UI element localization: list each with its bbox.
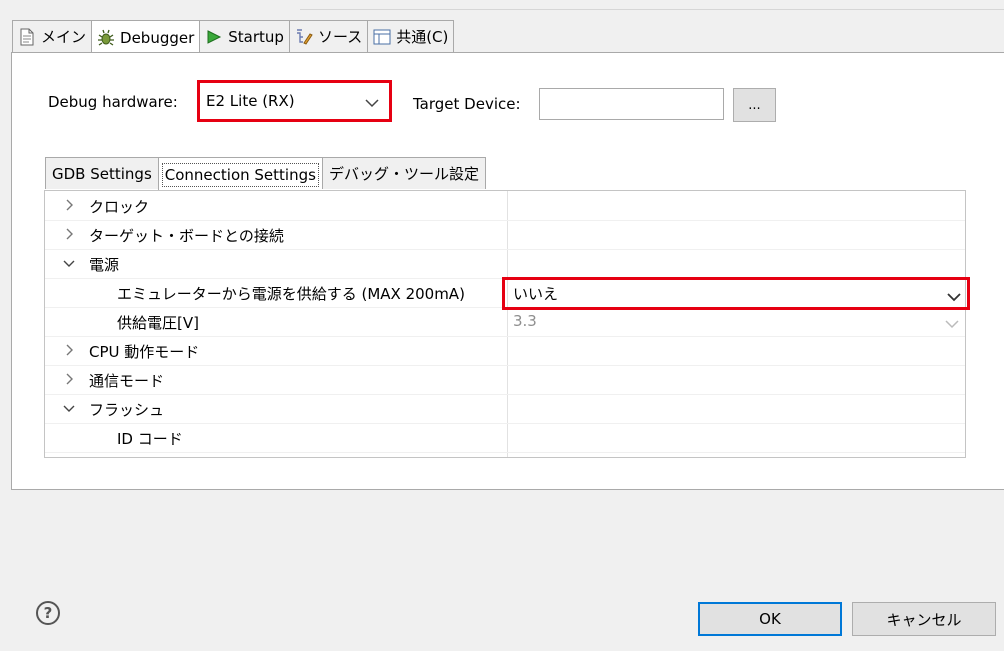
tab-gdb-settings[interactable]: GDB Settings [45, 157, 158, 189]
debug-hardware-label: Debug hardware: [48, 93, 178, 111]
tree-row-id-code[interactable]: ID コード [45, 423, 965, 453]
supply-voltage-select[interactable]: 3.3 [513, 312, 537, 330]
tab-startup[interactable]: Startup [199, 20, 289, 52]
table-icon [373, 28, 391, 46]
separator-line [300, 9, 1004, 10]
chevron-right-icon[interactable] [62, 343, 76, 357]
tree-row-label: 電源 [89, 256, 120, 274]
tree-row-cpu-operating-mode[interactable]: CPU 動作モード [45, 336, 965, 366]
debug-hardware-value: E2 Lite (RX) [206, 92, 295, 110]
tree-row-label: フラッシュ [89, 401, 165, 419]
source-icon [295, 28, 313, 46]
tab-connection-settings[interactable]: Connection Settings [157, 157, 322, 191]
tree-row-label: エミュレーターから電源を供給する (MAX 200mA) [117, 285, 465, 303]
tab-main[interactable]: メイン [12, 20, 92, 52]
tree-row-communication-mode[interactable]: 通信モード [45, 365, 965, 395]
chevron-right-icon[interactable] [62, 227, 76, 241]
chevron-down-icon [945, 315, 959, 333]
tree-row-flash[interactable]: フラッシュ [45, 394, 965, 424]
tab-source[interactable]: ソース [288, 20, 368, 52]
cancel-button[interactable]: キャンセル [852, 602, 996, 636]
document-icon [18, 28, 36, 46]
tree-row-label: ID コード [117, 430, 183, 448]
bug-icon [97, 29, 115, 47]
play-icon [205, 28, 223, 46]
connection-settings-tree: クロック ターゲット・ボードとの接続 電源 エミュレーターから電源を供給する (… [44, 190, 966, 458]
tree-row-clock[interactable]: クロック [45, 191, 965, 221]
tree-row-supply-voltage[interactable]: 供給電圧[V] 3.3 [45, 307, 965, 337]
browse-button[interactable]: ... [733, 88, 776, 122]
tree-row-label: クロック [89, 198, 150, 216]
tree-row-label: CPU 動作モード [89, 343, 200, 361]
launch-config-tabs: メイン Debugger Startup ソース 共通(C) [12, 20, 455, 54]
target-device-label: Target Device: [413, 95, 521, 113]
ok-button[interactable]: OK [698, 602, 842, 636]
tab-debug-tool-settings[interactable]: デバッグ・ツール設定 [321, 157, 486, 189]
help-icon[interactable]: ? [36, 601, 60, 625]
tree-row-label: 通信モード [89, 372, 165, 390]
target-device-input[interactable] [539, 88, 724, 120]
tab-debugger[interactable]: Debugger [91, 20, 200, 54]
chevron-right-icon[interactable] [62, 372, 76, 386]
chevron-down-icon[interactable] [947, 288, 961, 306]
tree-row-power[interactable]: 電源 [45, 249, 965, 279]
tree-row-label: 供給電圧[V] [117, 314, 199, 332]
tree-row-label: ターゲット・ボードとの接続 [89, 227, 284, 245]
tree-row-target-board-connection[interactable]: ターゲット・ボードとの接続 [45, 220, 965, 250]
tab-common[interactable]: 共通(C) [367, 20, 455, 52]
power-supply-highlight [502, 277, 970, 310]
chevron-down-icon[interactable] [62, 401, 76, 415]
chevron-right-icon[interactable] [62, 198, 76, 212]
debug-hardware-select[interactable]: E2 Lite (RX) [197, 80, 392, 122]
settings-tabs: GDB Settings Connection Settings デバッグ・ツー… [45, 157, 486, 191]
chevron-down-icon[interactable] [62, 256, 76, 270]
chevron-down-icon [365, 94, 379, 112]
